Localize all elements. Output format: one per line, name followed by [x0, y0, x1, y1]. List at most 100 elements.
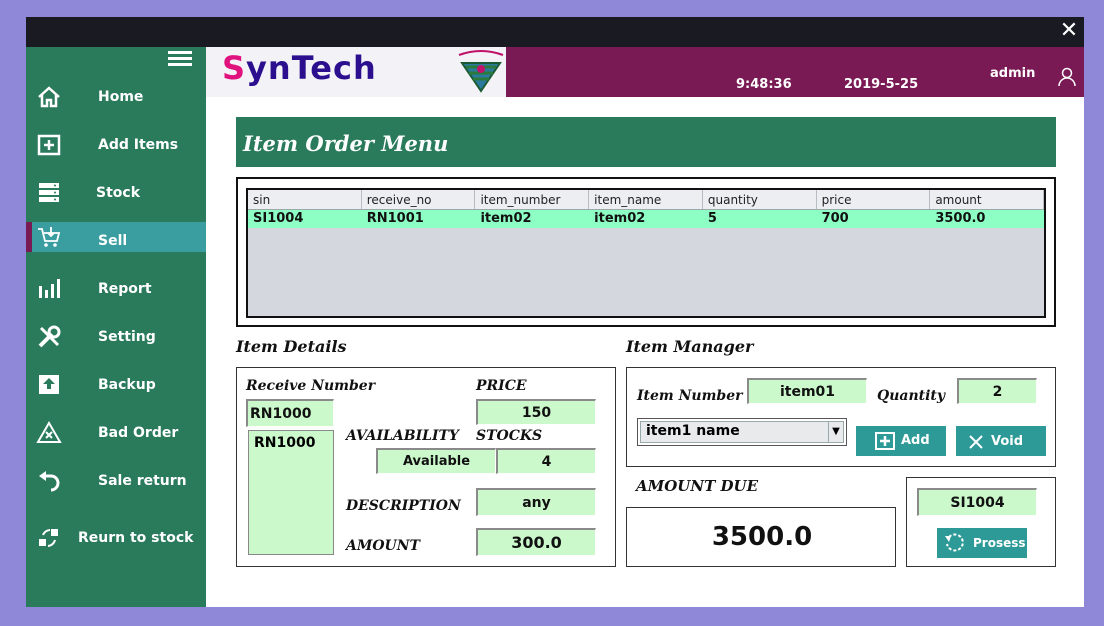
receive-number-list[interactable]: RN1000	[248, 430, 334, 555]
undo-icon	[39, 471, 60, 492]
void-button-label: Void	[991, 434, 1024, 449]
chevron-down-icon[interactable]: ▼	[828, 421, 844, 443]
item-number-label: Item Number	[637, 388, 743, 404]
clock-time: 9:48:36	[736, 77, 792, 92]
amount-due-box: 3500.0	[626, 507, 896, 567]
table-cell: 700	[821, 211, 849, 226]
bar-chart-icon	[39, 279, 60, 298]
availability-label: AVAILABILITY	[346, 428, 459, 444]
table-cell: 3500.0	[935, 211, 986, 226]
sidebar-item-label: Reurn to stock	[78, 530, 194, 546]
column-header[interactable]: price	[817, 190, 931, 209]
price-label: PRICE	[476, 378, 527, 394]
sidebar-item-label: Setting	[98, 329, 156, 345]
add-button[interactable]: Add	[856, 426, 946, 456]
item-select[interactable]: item1 name ▼	[637, 418, 847, 446]
sidebar-item-label: Sale return	[98, 473, 187, 489]
clock-date: 2019-5-25	[844, 77, 919, 92]
sidebar-item-setting[interactable]: Setting	[26, 322, 206, 352]
quantity-label: Quantity	[877, 388, 946, 404]
brand-logo: SynTech	[222, 49, 377, 87]
amount-due-value: 3500.0	[711, 522, 813, 552]
item-number-field[interactable]	[747, 378, 867, 404]
sidebar-item-return-to-stock[interactable]: Reurn to stock	[26, 523, 206, 553]
process-panel: Prosess	[906, 477, 1056, 567]
price-field[interactable]	[476, 399, 596, 425]
column-header[interactable]: quantity	[703, 190, 817, 209]
column-header[interactable]: item_number	[475, 190, 590, 209]
column-header[interactable]: receive_no	[362, 190, 476, 209]
upload-icon	[39, 375, 59, 394]
sidebar-item-report[interactable]: Report	[26, 274, 206, 304]
column-header[interactable]: amount	[930, 190, 1044, 209]
sidebar-item-home[interactable]: Home	[26, 82, 206, 112]
amount-due-title: AMOUNT DUE	[636, 477, 759, 495]
list-item[interactable]: RN1000	[254, 435, 328, 451]
sidebar-item-stock[interactable]: Stock	[26, 178, 206, 208]
brand-area: SynTech	[206, 47, 506, 97]
transfer-icon	[39, 529, 58, 547]
process-button-label: Prosess	[973, 536, 1026, 550]
availability-field[interactable]	[376, 448, 496, 474]
description-field[interactable]	[476, 488, 596, 516]
sidebar-item-label: Add Items	[98, 137, 179, 153]
sidebar-item-bad-order[interactable]: Bad Order	[26, 418, 206, 448]
sidebar-item-label: Report	[98, 281, 152, 297]
amount-field[interactable]	[476, 528, 596, 556]
sidebar-item-label: Bad Order	[98, 425, 179, 441]
sidebar-item-label: Sell	[98, 233, 128, 249]
sidebar-item-label: Stock	[96, 185, 141, 201]
stocks-field[interactable]	[496, 448, 596, 474]
void-button[interactable]: Void	[956, 426, 1046, 456]
receive-number-field[interactable]	[246, 399, 334, 427]
table-cell: item02	[480, 211, 532, 226]
sidebar-item-label: Backup	[98, 377, 156, 393]
table-cell: RN1001	[366, 211, 424, 226]
item-select-value: item1 name	[640, 421, 830, 443]
cart-icon	[38, 227, 61, 247]
table-cell: SI1004	[253, 211, 304, 226]
add-button-label: Add	[901, 433, 930, 448]
quantity-field[interactable]	[957, 378, 1037, 404]
emblem-logo	[458, 50, 504, 93]
database-icon	[39, 183, 59, 202]
table-cell: item02	[594, 211, 646, 226]
stocks-label: STOCKS	[476, 428, 543, 444]
table-header: sin receive_no item_number item_name qua…	[248, 190, 1044, 210]
order-table[interactable]: sin receive_no item_number item_name qua…	[246, 188, 1046, 318]
sidebar-item-sell[interactable]: Sell	[26, 222, 206, 252]
column-header[interactable]: sin	[248, 190, 362, 209]
table-cell: 5	[707, 211, 717, 226]
order-table-frame: sin receive_no item_number item_name qua…	[236, 177, 1056, 327]
sidebar-item-backup[interactable]: Backup	[26, 370, 206, 400]
add-box-icon	[37, 134, 61, 156]
item-manager-title: Item Manager	[626, 337, 754, 356]
sidebar-item-add-items[interactable]: Add Items	[26, 130, 206, 160]
process-button[interactable]: Prosess	[937, 528, 1027, 558]
item-details-title: Item Details	[236, 337, 347, 356]
sidebar-item-sale-return[interactable]: Sale return	[26, 466, 206, 496]
sidebar: Home Add Items Stock Sell Report Setting…	[26, 47, 206, 607]
page-title: Item Order Menu	[236, 117, 1056, 167]
sin-field[interactable]	[917, 488, 1037, 516]
menu-icon[interactable]	[168, 51, 192, 71]
item-manager-panel: Item Number Quantity item1 name ▼ Add Vo…	[626, 367, 1056, 467]
app-window: ✕ Home Add Items Stock Sell Report Setti…	[26, 17, 1084, 607]
user-icon[interactable]	[1058, 67, 1076, 87]
amount-label: AMOUNT	[346, 538, 420, 554]
table-row[interactable]: SI1004 RN1001 item02 item02 5 700 3500.0	[248, 210, 1044, 228]
receive-number-label: Receive Number	[246, 378, 376, 394]
username: admin	[990, 66, 1036, 81]
header-bar: 9:48:36 2019-5-25 admin	[506, 47, 1084, 97]
item-details-panel: Receive Number RN1000 PRICE AVAILABILITY…	[236, 367, 616, 567]
column-header[interactable]: item_name	[589, 190, 703, 209]
sidebar-item-label: Home	[98, 89, 144, 105]
tools-icon	[38, 325, 61, 348]
close-button[interactable]: ✕	[1054, 17, 1084, 47]
title-bar: ✕	[26, 17, 1084, 47]
home-icon	[38, 86, 60, 108]
close-icon	[969, 435, 983, 449]
active-indicator	[26, 222, 32, 252]
description-label: DESCRIPTION	[346, 498, 461, 514]
refresh-icon	[945, 533, 964, 552]
